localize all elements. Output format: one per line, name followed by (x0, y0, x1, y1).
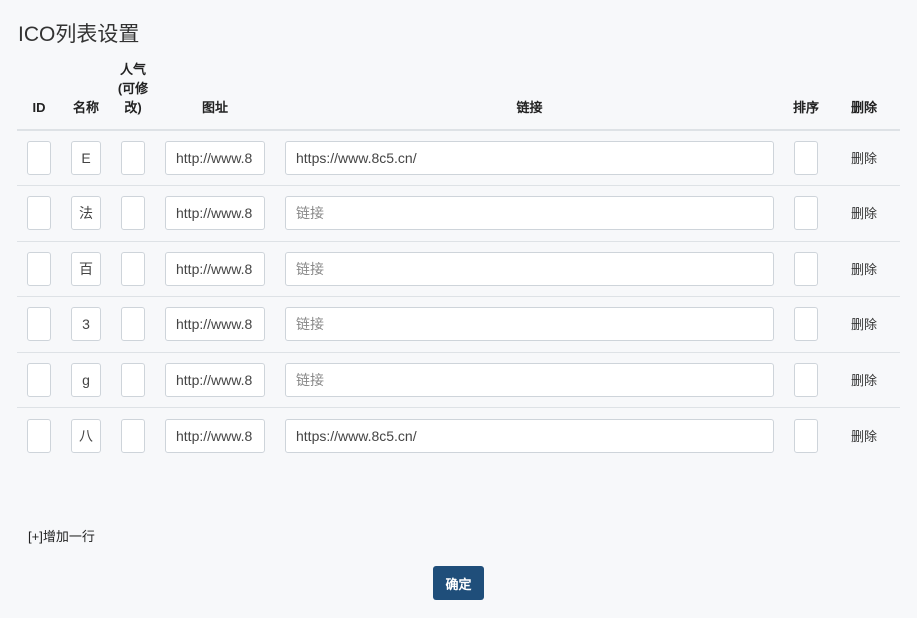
table-header-row: ID 名称 人气(可修改) 图址 链接 排序 删除 (17, 60, 900, 131)
name-input[interactable] (71, 251, 101, 286)
sort-input[interactable] (794, 251, 818, 286)
column-header-sort: 排序 (784, 60, 828, 131)
delete-row-link[interactable]: 删除 (851, 429, 877, 444)
link-input[interactable] (285, 307, 774, 342)
name-input[interactable] (71, 362, 101, 397)
popularity-input[interactable] (121, 196, 145, 231)
popularity-input[interactable] (121, 362, 145, 397)
icon-url-input[interactable] (165, 362, 265, 397)
name-input[interactable] (71, 307, 101, 342)
sort-input[interactable] (794, 362, 818, 397)
sort-input[interactable] (794, 307, 818, 342)
link-input[interactable] (285, 251, 774, 286)
icon-url-input[interactable] (165, 196, 265, 231)
delete-row-link[interactable]: 删除 (851, 373, 877, 388)
table-row: 删除 (17, 407, 900, 463)
delete-row-link[interactable]: 删除 (851, 317, 877, 332)
id-input[interactable] (27, 141, 51, 175)
popularity-input[interactable] (121, 141, 145, 175)
icon-url-input[interactable] (165, 307, 265, 342)
column-header-delete: 删除 (828, 60, 900, 131)
add-row-link[interactable]: [+]增加一行 (28, 526, 95, 545)
icon-url-input[interactable] (165, 141, 265, 175)
sort-input[interactable] (794, 141, 818, 175)
page-title: ICO列表设置 (18, 23, 140, 46)
column-header-popularity: 人气(可修改) (111, 60, 155, 131)
link-input[interactable] (285, 418, 774, 453)
id-input[interactable] (27, 251, 51, 286)
column-header-link: 链接 (275, 60, 784, 131)
delete-row-link[interactable]: 删除 (851, 151, 877, 166)
ico-list-table: ID 名称 人气(可修改) 图址 链接 排序 删除 删除 删除 (17, 60, 900, 463)
table-row: 删除 (17, 130, 900, 186)
popularity-input[interactable] (121, 418, 145, 453)
popularity-input[interactable] (121, 307, 145, 342)
popularity-input[interactable] (121, 251, 145, 286)
link-input[interactable] (285, 141, 774, 175)
column-header-icon-url: 图址 (155, 60, 275, 131)
id-input[interactable] (27, 307, 51, 342)
id-input[interactable] (27, 362, 51, 397)
name-input[interactable] (71, 418, 101, 453)
sort-input[interactable] (794, 418, 818, 453)
delete-row-link[interactable]: 删除 (851, 262, 877, 277)
id-input[interactable] (27, 196, 51, 231)
link-input[interactable] (285, 362, 774, 397)
icon-url-input[interactable] (165, 418, 265, 453)
icon-url-input[interactable] (165, 251, 265, 286)
confirm-button[interactable]: 确定 (433, 566, 484, 600)
table-row: 删除 (17, 296, 900, 352)
table-row: 删除 (17, 351, 900, 408)
sort-input[interactable] (794, 196, 818, 231)
delete-row-link[interactable]: 删除 (851, 206, 877, 221)
table-row: 删除 (17, 240, 900, 297)
name-input[interactable] (71, 141, 101, 175)
link-input[interactable] (285, 196, 774, 231)
table-row: 删除 (17, 185, 900, 241)
name-input[interactable] (71, 196, 101, 231)
column-header-id: ID (17, 60, 61, 131)
column-header-name: 名称 (61, 60, 111, 131)
id-input[interactable] (27, 418, 51, 453)
